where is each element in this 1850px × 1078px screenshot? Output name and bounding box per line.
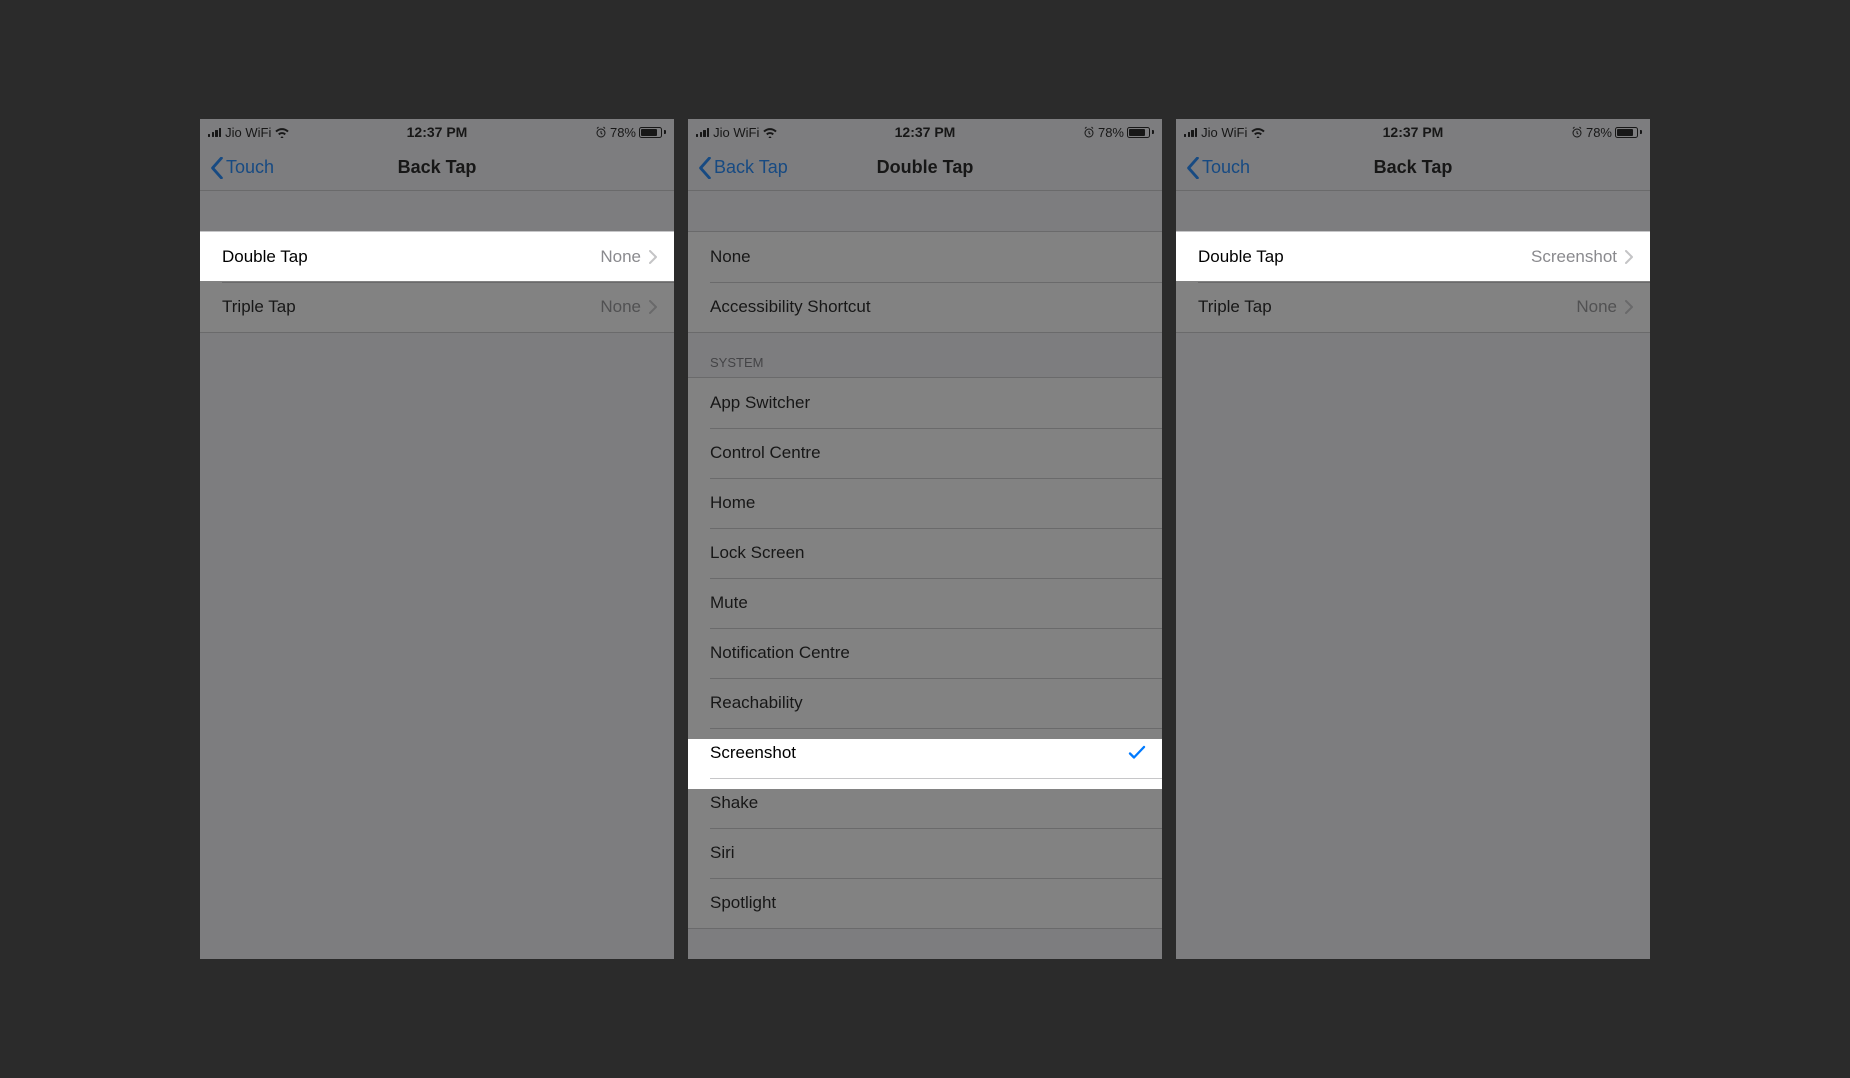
row-value: None xyxy=(1576,297,1617,317)
dim-overlay-bottom xyxy=(200,281,674,959)
row-label: Double Tap xyxy=(222,247,600,267)
back-button[interactable]: Touch xyxy=(210,157,398,179)
row-label: Double Tap xyxy=(1198,247,1531,267)
back-tap-options-group: Double Tap Screenshot Triple Tap None xyxy=(1176,231,1650,333)
back-label: Touch xyxy=(226,157,274,178)
row-label: Home xyxy=(710,493,1146,513)
panel-back-tap-before: Jio WiFi 12:37 PM 78% Touch Back Tap xyxy=(200,119,674,959)
clock-label: 12:37 PM xyxy=(895,124,956,140)
section-header-system: SYSTEM xyxy=(688,333,1162,377)
row-label: App Switcher xyxy=(710,393,1146,413)
row-label: Triple Tap xyxy=(1198,297,1576,317)
row-value: None xyxy=(600,297,641,317)
alarm-icon xyxy=(1571,126,1583,138)
triple-tap-row[interactable]: Triple Tap None xyxy=(1176,282,1650,332)
option-app-switcher[interactable]: App Switcher xyxy=(688,378,1162,428)
double-tap-row[interactable]: Double Tap None xyxy=(200,232,674,282)
option-control-centre[interactable]: Control Centre xyxy=(688,428,1162,478)
back-button[interactable]: Touch xyxy=(1186,157,1374,179)
nav-bar: Back Tap Double Tap xyxy=(688,145,1162,191)
status-bar: Jio WiFi 12:37 PM 78% xyxy=(688,119,1162,145)
alarm-icon xyxy=(595,126,607,138)
page-title: Back Tap xyxy=(398,157,477,178)
chevron-left-icon xyxy=(698,157,712,179)
row-label: Shake xyxy=(710,793,1146,813)
option-home[interactable]: Home xyxy=(688,478,1162,528)
chevron-right-icon xyxy=(649,300,658,314)
row-label: Lock Screen xyxy=(710,543,1146,563)
option-shake[interactable]: Shake xyxy=(688,778,1162,828)
battery-icon xyxy=(1615,127,1642,138)
wifi-icon xyxy=(763,127,777,138)
double-tap-row[interactable]: Double Tap Screenshot xyxy=(1176,232,1650,282)
carrier-label: Jio WiFi xyxy=(1201,125,1247,140)
battery-icon xyxy=(1127,127,1154,138)
alarm-icon xyxy=(1083,126,1095,138)
row-label: Notification Centre xyxy=(710,643,1146,663)
clock-label: 12:37 PM xyxy=(407,124,468,140)
option-accessibility-shortcut[interactable]: Accessibility Shortcut xyxy=(688,282,1162,332)
row-label: Reachability xyxy=(710,693,1146,713)
cellular-signal-icon xyxy=(696,127,709,137)
panel-back-tap-after: Jio WiFi 12:37 PM 78% Touch Back Tap xyxy=(1176,119,1650,959)
page-title: Double Tap xyxy=(877,157,974,178)
back-label: Touch xyxy=(1202,157,1250,178)
system-group: App Switcher Control Centre Home Lock Sc… xyxy=(688,377,1162,929)
back-label: Back Tap xyxy=(714,157,788,178)
wifi-icon xyxy=(1251,127,1265,138)
top-group: None Accessibility Shortcut xyxy=(688,231,1162,333)
row-value: None xyxy=(600,247,641,267)
row-label: Accessibility Shortcut xyxy=(710,297,1146,317)
option-lock-screen[interactable]: Lock Screen xyxy=(688,528,1162,578)
triple-tap-row[interactable]: Triple Tap None xyxy=(200,282,674,332)
chevron-right-icon xyxy=(649,250,658,264)
nav-bar: Touch Back Tap xyxy=(200,145,674,191)
option-none[interactable]: None xyxy=(688,232,1162,282)
status-bar: Jio WiFi 12:37 PM 78% xyxy=(1176,119,1650,145)
battery-percent-label: 78% xyxy=(610,125,636,140)
page-title: Back Tap xyxy=(1374,157,1453,178)
battery-percent-label: 78% xyxy=(1586,125,1612,140)
composite-screenshots: Jio WiFi 12:37 PM 78% Touch Back Tap xyxy=(200,119,1650,959)
dim-overlay-bottom xyxy=(1176,281,1650,959)
clock-label: 12:37 PM xyxy=(1383,124,1444,140)
option-mute[interactable]: Mute xyxy=(688,578,1162,628)
row-label: Spotlight xyxy=(710,893,1146,913)
chevron-right-icon xyxy=(1625,250,1634,264)
check-icon xyxy=(1128,744,1146,762)
status-bar: Jio WiFi 12:37 PM 78% xyxy=(200,119,674,145)
panel-double-tap-options: Jio WiFi 12:37 PM 78% Back Tap Double Ta… xyxy=(688,119,1162,959)
row-label: Triple Tap xyxy=(222,297,600,317)
wifi-icon xyxy=(275,127,289,138)
row-value: Screenshot xyxy=(1531,247,1617,267)
option-screenshot[interactable]: Screenshot xyxy=(688,728,1162,778)
back-tap-options-group: Double Tap None Triple Tap None xyxy=(200,231,674,333)
row-label: Control Centre xyxy=(710,443,1146,463)
row-label: Screenshot xyxy=(710,743,1128,763)
cellular-signal-icon xyxy=(208,127,221,137)
chevron-right-icon xyxy=(1625,300,1634,314)
row-label: Siri xyxy=(710,843,1146,863)
option-spotlight[interactable]: Spotlight xyxy=(688,878,1162,928)
battery-percent-label: 78% xyxy=(1098,125,1124,140)
row-label: Mute xyxy=(710,593,1146,613)
back-button[interactable]: Back Tap xyxy=(698,157,877,179)
options-scroll-area[interactable]: None Accessibility Shortcut SYSTEM App S… xyxy=(688,191,1162,959)
option-siri[interactable]: Siri xyxy=(688,828,1162,878)
nav-bar: Touch Back Tap xyxy=(1176,145,1650,191)
row-label: None xyxy=(710,247,1146,267)
chevron-left-icon xyxy=(1186,157,1200,179)
option-reachability[interactable]: Reachability xyxy=(688,678,1162,728)
carrier-label: Jio WiFi xyxy=(225,125,271,140)
battery-icon xyxy=(639,127,666,138)
carrier-label: Jio WiFi xyxy=(713,125,759,140)
cellular-signal-icon xyxy=(1184,127,1197,137)
option-notification-centre[interactable]: Notification Centre xyxy=(688,628,1162,678)
chevron-left-icon xyxy=(210,157,224,179)
